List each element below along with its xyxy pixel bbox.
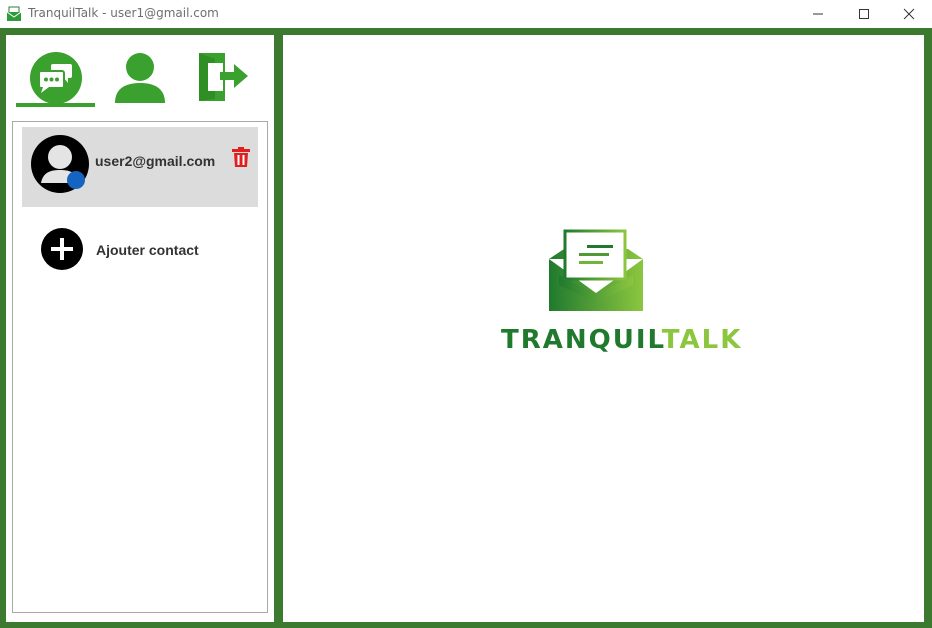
minimize-button[interactable] (795, 0, 841, 28)
nav-active-indicator (16, 103, 95, 107)
brand-name: TRANQUILTALK (501, 325, 740, 355)
brand-logo: TRANQUILTALK (501, 229, 740, 359)
exit-door-icon (199, 53, 248, 101)
close-button[interactable] (886, 0, 932, 28)
nav-profile-button[interactable] (114, 52, 166, 104)
plus-circle-icon (41, 228, 83, 270)
contact-item[interactable]: user2@gmail.com (22, 127, 258, 207)
nav-chats-button[interactable] (30, 52, 82, 104)
envelope-icon (6, 6, 22, 21)
close-icon (903, 8, 915, 20)
maximize-button[interactable] (841, 0, 887, 28)
nav-logout-button[interactable] (196, 51, 252, 103)
add-contact-label: Ajouter contact (96, 242, 199, 258)
brand-name-part1: TRANQUIL (501, 325, 662, 355)
user-icon (115, 53, 165, 103)
sidebar: user2@gmail.com Ajouter contact (6, 35, 274, 622)
window-title: TranquilTalk - user1@gmail.com (28, 6, 219, 20)
avatar (31, 135, 89, 193)
add-contact-button[interactable]: Ajouter contact (33, 226, 253, 274)
contact-list: user2@gmail.com Ajouter contact (12, 121, 268, 613)
app-frame: user2@gmail.com Ajouter contact TRANQUIL… (0, 28, 932, 628)
trash-icon[interactable] (231, 146, 251, 168)
conversation-area: TRANQUILTALK (283, 35, 924, 622)
minimize-icon (813, 13, 823, 15)
envelope-letter-icon (549, 229, 643, 311)
brand-name-part2: TALK (661, 325, 743, 355)
contact-email: user2@gmail.com (95, 153, 216, 169)
maximize-icon (859, 9, 869, 19)
window-titlebar: TranquilTalk - user1@gmail.com (0, 0, 932, 28)
chat-bubbles-icon (30, 52, 82, 104)
